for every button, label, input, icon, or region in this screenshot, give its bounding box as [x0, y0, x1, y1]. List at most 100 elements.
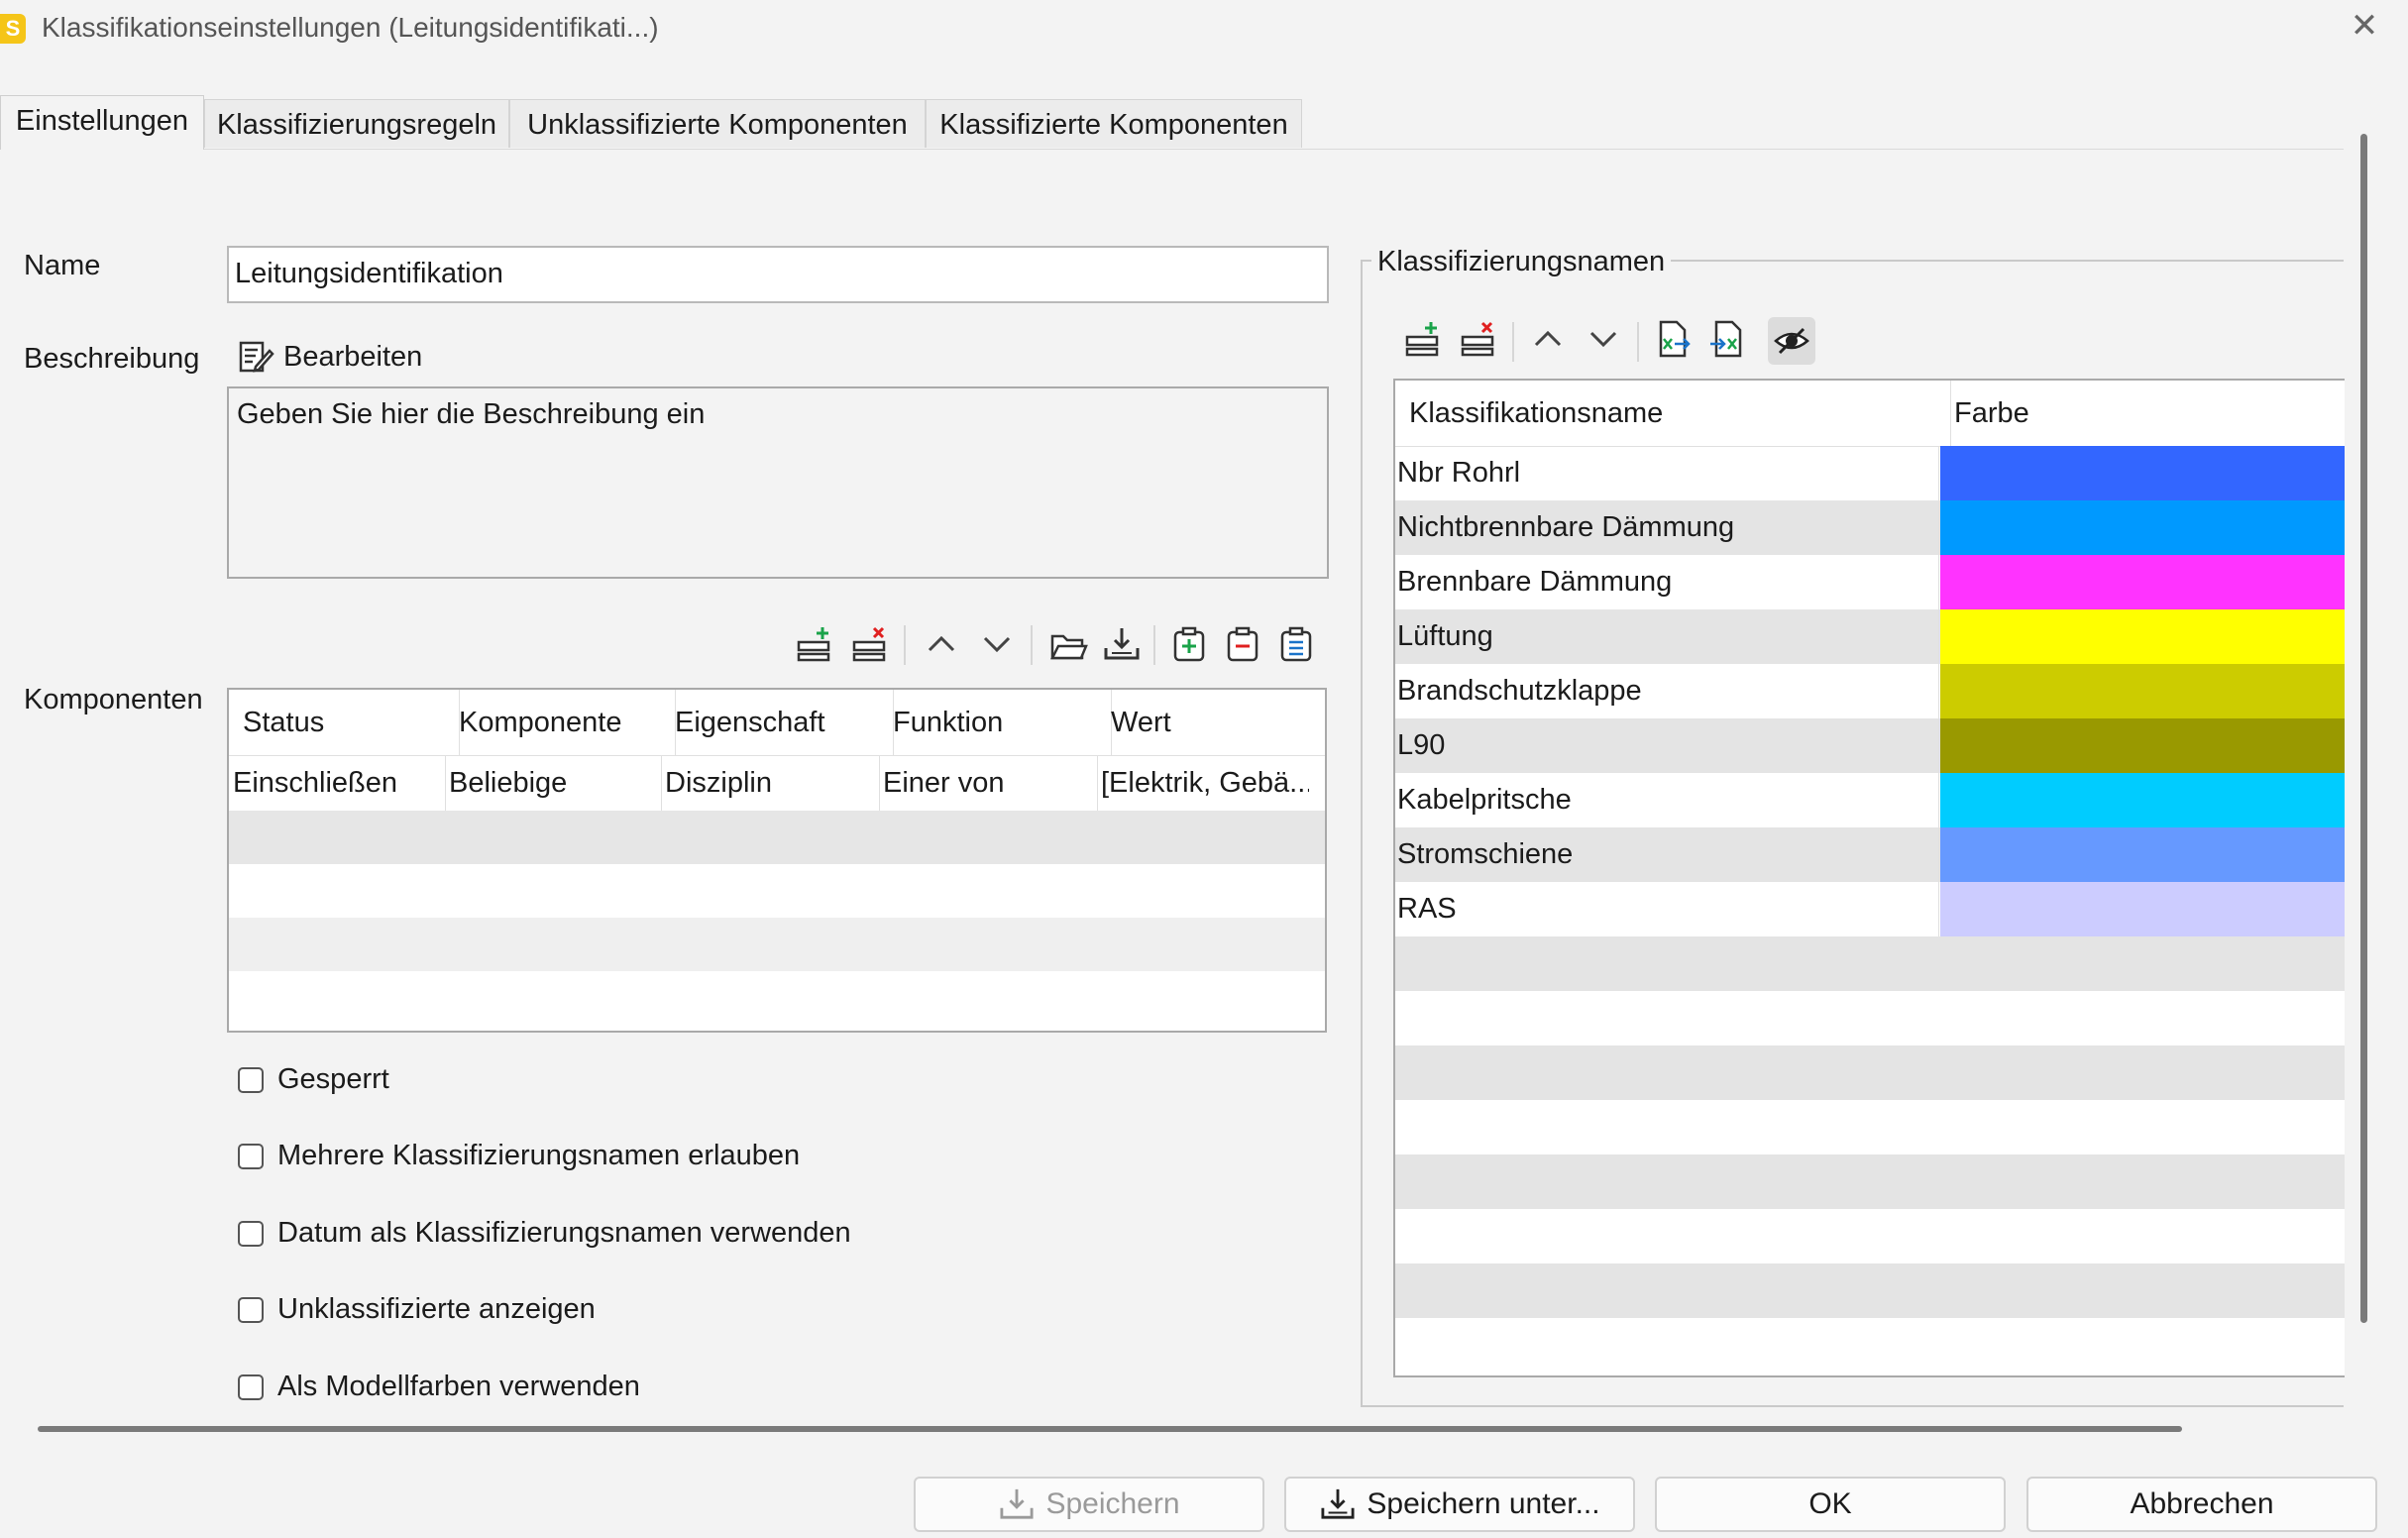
checkbox-box[interactable] — [238, 1220, 264, 1247]
checkbox-box[interactable] — [238, 1296, 264, 1323]
classification-name-cell: Brandschutzklappe — [1395, 664, 1939, 718]
description-label: Beschreibung — [24, 343, 200, 375]
add-group-icon[interactable] — [1167, 622, 1211, 666]
table-cell: [Elektrik, Gebä... — [1101, 766, 1309, 799]
column-header-status[interactable]: Status — [229, 690, 460, 755]
color-swatch-cell[interactable] — [1940, 500, 2345, 555]
checkbox-label: Unklassifizierte anzeigen — [277, 1293, 596, 1325]
empty-row — [1395, 991, 2345, 1045]
window-title: Klassifikationseinstellungen (Leitungsid… — [42, 12, 659, 43]
empty-row — [1395, 1100, 2345, 1154]
close-icon[interactable]: ✕ — [2347, 6, 2382, 46]
column-header-klassifikationsname[interactable]: Klassifikationsname — [1395, 381, 1951, 446]
group-details-icon[interactable] — [1274, 622, 1318, 666]
toolbar-separator — [1637, 322, 1639, 362]
column-header-funktion[interactable]: Funktion — [879, 690, 1112, 755]
classification-row[interactable]: L90 — [1395, 718, 2345, 773]
color-swatch-cell[interactable] — [1940, 773, 2345, 827]
locked-checkbox[interactable]: Gesperrt — [238, 1063, 389, 1096]
components-table: Status Komponente Eigenschaft Funktion W… — [227, 688, 1327, 1033]
excel-export-icon[interactable] — [1651, 317, 1695, 361]
add-row-icon[interactable] — [1401, 317, 1445, 361]
ok-button[interactable]: OK — [1655, 1477, 2006, 1532]
checkbox-box[interactable] — [238, 1143, 264, 1169]
empty-row — [1395, 1263, 2345, 1318]
color-swatch-cell[interactable] — [1940, 555, 2345, 609]
classification-row[interactable]: Nichtbrennbare Dämmung — [1395, 500, 2345, 555]
cancel-button[interactable]: Abbrechen — [2026, 1477, 2377, 1532]
multiple-names-checkbox[interactable]: Mehrere Klassifizierungsnamen erlauben — [238, 1140, 800, 1172]
open-folder-icon[interactable] — [1046, 622, 1090, 666]
classification-row[interactable]: Brennbare Dämmung — [1395, 555, 2345, 609]
table-cell: Beliebige — [445, 755, 662, 811]
color-swatch-cell[interactable] — [1940, 664, 2345, 718]
classification-names-table: Klassifikationsname Farbe Nbr Rohrl Nicht… — [1393, 379, 2345, 1377]
column-header-wert[interactable]: Wert — [1097, 690, 1323, 755]
date-as-name-checkbox[interactable]: Datum als Klassifizierungsnamen verwende… — [238, 1217, 851, 1250]
empty-row — [1395, 1209, 2345, 1263]
components-toolbar — [793, 622, 1328, 668]
move-up-icon[interactable] — [1526, 317, 1570, 361]
empty-row — [1395, 1318, 2345, 1373]
add-row-icon[interactable] — [793, 622, 836, 666]
tab-unklassifizierte-komponenten[interactable]: Unklassifizierte Komponenten — [509, 99, 926, 148]
classification-row[interactable]: Stromschiene — [1395, 827, 2345, 882]
classification-row[interactable]: Brandschutzklappe — [1395, 664, 2345, 718]
checkbox-box[interactable] — [238, 1066, 264, 1093]
classification-row[interactable]: Lüftung — [1395, 609, 2345, 664]
hide-toggle-icon[interactable] — [1768, 317, 1815, 365]
empty-row — [229, 864, 1325, 918]
tab-klassifizierte-komponenten[interactable]: Klassifizierte Komponenten — [926, 99, 1302, 148]
name-label: Name — [24, 250, 101, 281]
name-input[interactable]: Leitungsidentifikation — [227, 246, 1329, 303]
tab-einstellungen[interactable]: Einstellungen — [0, 95, 204, 150]
components-label: Komponenten — [24, 684, 203, 715]
tab-klassifizierungsregeln[interactable]: Klassifizierungsregeln — [204, 99, 509, 148]
classification-name-cell: L90 — [1395, 718, 1939, 773]
color-swatch-cell[interactable] — [1940, 827, 2345, 882]
group-title: Klassifizierungsnamen — [1371, 246, 1672, 278]
color-swatch-cell[interactable] — [1940, 609, 2345, 664]
classification-name-cell: Brennbare Dämmung — [1395, 555, 1939, 609]
show-unclassified-checkbox[interactable]: Unklassifizierte anzeigen — [238, 1293, 596, 1326]
horizontal-scrollbar[interactable] — [38, 1426, 2182, 1432]
empty-row — [229, 918, 1325, 971]
column-header-eigenschaft[interactable]: Eigenschaft — [661, 690, 894, 755]
classification-name-cell: Nbr Rohrl — [1395, 446, 1939, 500]
remove-group-icon[interactable] — [1221, 622, 1264, 666]
column-header-komponente[interactable]: Komponente — [445, 690, 676, 755]
model-colors-checkbox[interactable]: Als Modellfarben verwenden — [238, 1371, 640, 1403]
classification-row[interactable]: RAS — [1395, 882, 2345, 936]
vertical-scrollbar[interactable] — [2360, 134, 2367, 1323]
move-down-icon[interactable] — [975, 622, 1019, 666]
app-logo-icon: S — [0, 14, 26, 44]
move-up-icon[interactable] — [920, 622, 963, 666]
toolbar-separator — [1031, 625, 1033, 665]
table-cell: Einschließen — [229, 755, 446, 811]
save-as-button[interactable]: Speichern unter... — [1284, 1477, 1635, 1532]
import-icon[interactable] — [1100, 622, 1144, 666]
save-icon — [1000, 1488, 1034, 1519]
toolbar-separator — [1512, 322, 1514, 362]
table-row[interactable]: Einschließen Beliebige Disziplin Einer v… — [229, 755, 1325, 811]
description-textarea[interactable]: Geben Sie hier die Beschreibung ein — [227, 386, 1329, 579]
checkbox-label: Gesperrt — [277, 1063, 389, 1095]
color-swatch-cell[interactable] — [1940, 718, 2345, 773]
edit-label: Bearbeiten — [283, 340, 423, 373]
classification-row[interactable]: Nbr Rohrl — [1395, 446, 2345, 500]
delete-row-icon[interactable] — [1457, 317, 1500, 361]
save-button[interactable]: Speichern — [914, 1477, 1264, 1532]
checkbox-box[interactable] — [238, 1373, 264, 1400]
excel-import-icon[interactable] — [1706, 317, 1750, 361]
empty-row — [1395, 1045, 2345, 1100]
column-header-farbe[interactable]: Farbe — [1940, 381, 2345, 446]
classification-name-cell: Nichtbrennbare Dämmung — [1395, 500, 1939, 555]
edit-note-icon — [239, 341, 274, 373]
delete-row-icon[interactable] — [848, 622, 892, 666]
classification-row[interactable]: Kabelpritsche — [1395, 773, 2345, 827]
color-swatch-cell[interactable] — [1940, 446, 2345, 500]
color-swatch-cell[interactable] — [1940, 882, 2345, 936]
empty-row — [229, 971, 1325, 1031]
move-down-icon[interactable] — [1582, 317, 1625, 361]
edit-description-button[interactable]: Bearbeiten — [236, 337, 422, 377]
